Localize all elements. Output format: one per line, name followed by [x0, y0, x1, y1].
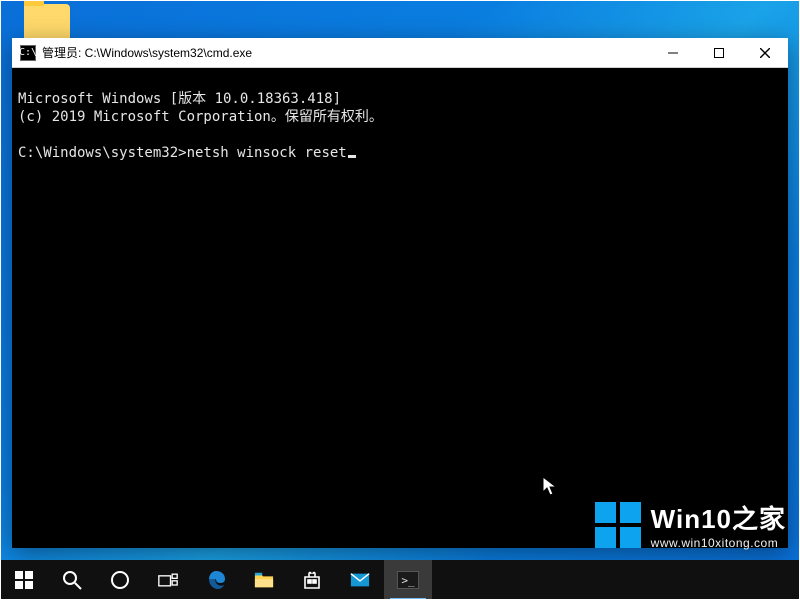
watermark-title: Win10之家 [651, 499, 786, 536]
taskbar-store[interactable] [288, 560, 336, 600]
terminal-body[interactable]: Microsoft Windows [版本 10.0.18363.418] (c… [12, 68, 788, 548]
taskbar-file-explorer[interactable] [240, 560, 288, 600]
watermark: Win10之家 www.win10xitong.com [595, 499, 786, 550]
terminal-prompt: C:\Windows\system32> [18, 145, 187, 161]
mouse-pointer-icon [542, 476, 558, 498]
cmd-window: C:\ 管理员: C:\Windows\system32\cmd.exe Mic… [12, 38, 788, 548]
desktop-folder-icon[interactable] [24, 4, 70, 42]
cmd-taskbar-icon: >_ [397, 571, 419, 589]
cmd-app-icon: C:\ [20, 45, 36, 61]
titlebar[interactable]: C:\ 管理员: C:\Windows\system32\cmd.exe [12, 38, 788, 68]
cortana-icon [110, 570, 130, 590]
watermark-url: www.win10xitong.com [651, 536, 786, 550]
window-controls [650, 38, 788, 67]
terminal-command: netsh winsock reset [187, 145, 347, 161]
minimize-button[interactable] [650, 38, 696, 67]
maximize-button[interactable] [696, 38, 742, 67]
taskview-button[interactable] [144, 560, 192, 600]
taskbar: >_ [0, 560, 800, 600]
edge-icon [206, 570, 226, 590]
search-icon [62, 570, 82, 590]
terminal-line-version: Microsoft Windows [版本 10.0.18363.418] [18, 91, 341, 107]
taskbar-cmd[interactable]: >_ [384, 560, 432, 600]
window-title: 管理员: C:\Windows\system32\cmd.exe [42, 44, 650, 61]
watermark-windows-icon [595, 502, 641, 548]
mail-icon [350, 570, 370, 590]
start-button[interactable] [0, 560, 48, 600]
desktop-background: C:\ 管理员: C:\Windows\system32\cmd.exe Mic… [0, 0, 800, 600]
terminal-line-copyright: (c) 2019 Microsoft Corporation。保留所有权利。 [18, 109, 383, 125]
close-button[interactable] [742, 38, 788, 67]
store-icon [302, 570, 322, 590]
windows-logo-icon [15, 571, 33, 589]
taskbar-mail[interactable] [336, 560, 384, 600]
taskview-icon [158, 570, 178, 590]
taskbar-edge[interactable] [192, 560, 240, 600]
terminal-cursor [348, 155, 356, 158]
search-button[interactable] [48, 560, 96, 600]
cortana-button[interactable] [96, 560, 144, 600]
file-explorer-icon [254, 570, 274, 590]
